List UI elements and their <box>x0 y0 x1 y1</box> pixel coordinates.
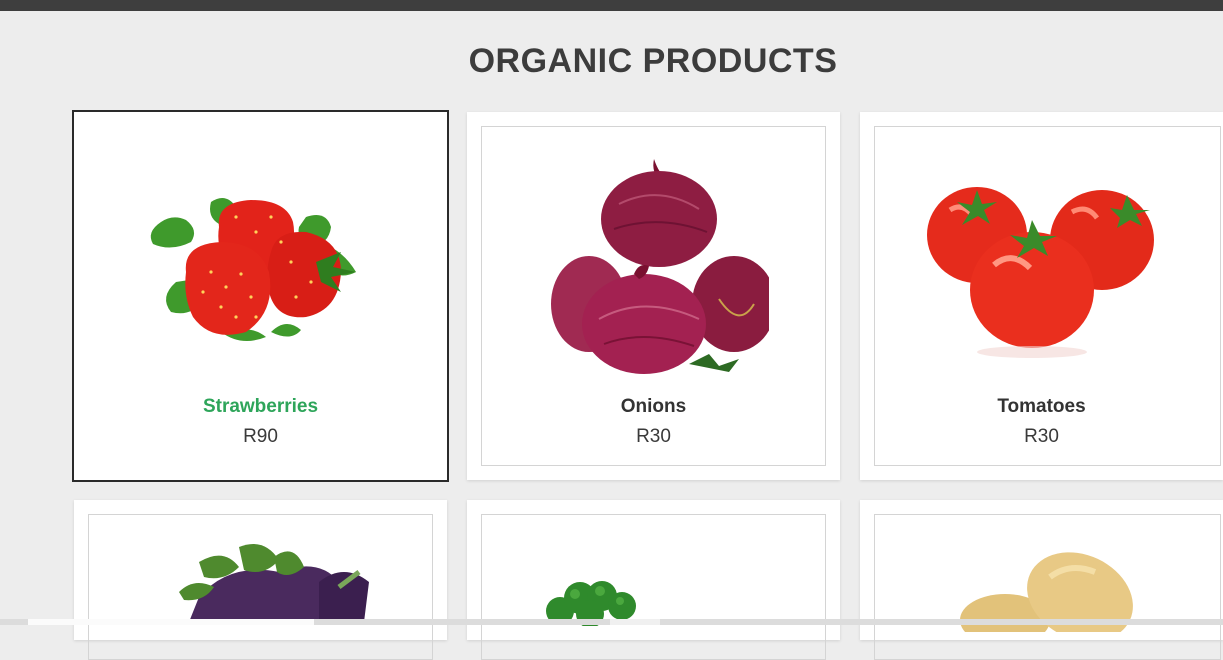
product-image-wrap <box>860 112 1223 382</box>
product-image-wrap <box>467 112 840 382</box>
product-image-wrap <box>74 112 447 382</box>
product-price: R30 <box>636 426 671 447</box>
scrollbar-thumb[interactable] <box>28 619 314 625</box>
scrollbar-segment <box>610 619 660 625</box>
page-title: ORGANIC PRODUCTS <box>468 42 838 80</box>
product-price: R90 <box>243 426 278 447</box>
top-bar <box>0 0 1223 11</box>
product-price: R30 <box>1024 426 1059 447</box>
product-card-tomatoes[interactable]: Tomatoes R30 <box>860 112 1223 480</box>
strawberries-image <box>150 198 356 341</box>
tomatoes-image <box>926 187 1154 358</box>
product-name[interactable]: Strawberries <box>74 396 447 418</box>
product-name[interactable]: Onions <box>467 396 840 418</box>
onions-image <box>550 159 769 374</box>
eggplants-image <box>179 543 369 622</box>
product-card-frame <box>481 514 826 660</box>
product-name[interactable]: Tomatoes <box>860 396 1223 418</box>
product-card-onions[interactable]: Onions R30 <box>467 112 840 480</box>
product-card-strawberries[interactable]: Strawberries R90 <box>72 110 449 482</box>
horizontal-scrollbar[interactable] <box>0 619 1223 625</box>
